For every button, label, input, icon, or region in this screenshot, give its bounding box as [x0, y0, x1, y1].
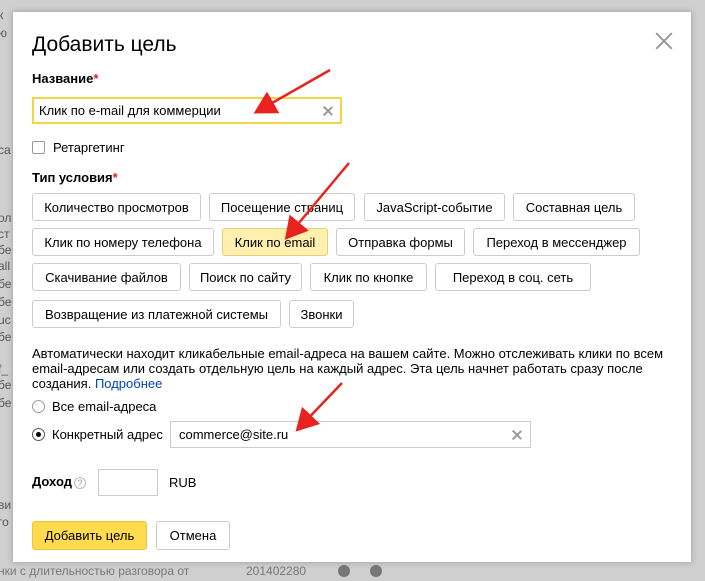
background-text: f_ — [0, 362, 9, 376]
background-text: са — [0, 143, 11, 157]
required-mark: * — [112, 170, 118, 185]
condition-type-label: Тип условия* — [32, 170, 118, 185]
specific-address-field[interactable] — [170, 421, 531, 448]
name-label-text: Название — [32, 71, 94, 86]
condition-javascript-event-button[interactable]: JavaScript-событие — [364, 193, 505, 221]
condition-site-search-button[interactable]: Поиск по сайту — [189, 263, 302, 291]
income-input[interactable] — [98, 469, 158, 496]
background-text: бе — [0, 277, 12, 291]
condition-messenger-button[interactable]: Переход в мессенджер — [473, 228, 640, 256]
clear-address-icon[interactable] — [512, 430, 522, 440]
specific-address-radio[interactable] — [32, 428, 45, 441]
edit-icon — [338, 565, 350, 577]
clear-name-icon[interactable] — [323, 106, 333, 116]
condition-composite-button[interactable]: Составная цель — [513, 193, 635, 221]
background-text: all — [0, 259, 11, 273]
specific-address-label: Конкретный адрес — [52, 427, 163, 442]
condition-phone-click-button[interactable]: Клик по номеру телефона — [32, 228, 214, 256]
background-footer-number: 201402280 — [246, 564, 307, 578]
goal-name-input[interactable] — [34, 99, 304, 122]
specific-address-input[interactable] — [171, 422, 491, 447]
help-icon[interactable]: ? — [73, 476, 86, 489]
name-label: Название* — [32, 71, 98, 86]
background-footer-row: нки с длительностью разговора от 2014022… — [0, 562, 705, 581]
add-goal-button[interactable]: Добавить цель — [32, 521, 147, 550]
condition-payment-return-button[interactable]: Возвращение из платежной системы — [32, 300, 281, 328]
more-link[interactable]: Подробнее — [95, 376, 162, 391]
close-icon[interactable] — [653, 30, 675, 52]
background-text: го — [0, 515, 9, 529]
all-emails-label: Все email-адреса — [52, 399, 157, 414]
cancel-button[interactable]: Отмена — [156, 521, 230, 550]
retargeting-checkbox[interactable] — [32, 141, 45, 154]
background-text: к — [0, 8, 4, 22]
add-goal-dialog: Добавить цель Название* Ретаргетинг Тип … — [13, 12, 691, 562]
background-text: ст — [0, 227, 10, 241]
condition-type-label-text: Тип условия — [32, 170, 113, 185]
currency-label: RUB — [169, 475, 197, 490]
background-text: ю — [0, 26, 7, 40]
background-text: бе — [0, 378, 12, 392]
condition-button-click-button[interactable]: Клик по кнопке — [310, 263, 427, 291]
all-emails-radio[interactable] — [32, 400, 45, 413]
income-label-text: Доход — [32, 474, 72, 489]
background-text: бе — [0, 243, 12, 257]
specific-address-option[interactable]: Конкретный адрес — [32, 427, 163, 442]
background-text: бе — [0, 330, 12, 344]
retargeting-option[interactable]: Ретаргетинг — [32, 140, 125, 155]
background-text: бе — [0, 396, 12, 410]
background-text: ол — [0, 211, 12, 225]
condition-page-visit-button[interactable]: Посещение страниц — [209, 193, 355, 221]
background-text: uc — [0, 313, 11, 327]
delete-icon — [370, 565, 382, 577]
condition-views-button[interactable]: Количество просмотров — [32, 193, 201, 221]
retargeting-label: Ретаргетинг — [53, 140, 125, 155]
required-mark: * — [93, 71, 99, 86]
goal-name-field[interactable] — [32, 97, 342, 124]
condition-description: Автоматически находит кликабельные email… — [32, 346, 672, 391]
background-text: ви — [0, 498, 12, 512]
condition-form-submit-button[interactable]: Отправка формы — [336, 228, 465, 256]
income-label: Доход? — [32, 474, 86, 489]
condition-file-download-button[interactable]: Скачивание файлов — [32, 263, 181, 291]
condition-calls-button[interactable]: Звонки — [289, 300, 354, 328]
background-text: бе — [0, 295, 12, 309]
condition-social-button[interactable]: Переход в соц. сеть — [435, 263, 591, 291]
dialog-title: Добавить цель — [32, 33, 177, 56]
condition-email-click-button[interactable]: Клик по email — [222, 228, 328, 256]
background-footer-text: нки с длительностью разговора от — [0, 564, 190, 578]
all-emails-option[interactable]: Все email-адреса — [32, 399, 156, 414]
